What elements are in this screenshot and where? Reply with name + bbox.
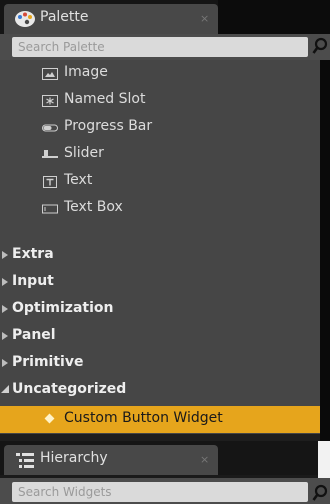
category-uncategorized[interactable]: Uncategorized bbox=[0, 377, 320, 404]
palette-item-label: Text bbox=[64, 172, 93, 188]
palette-tab-bar: Palette × bbox=[0, 0, 330, 34]
palette-item-custom-button-widget[interactable]: Custom Button Widget bbox=[0, 406, 320, 433]
expand-arrow-icon[interactable] bbox=[2, 305, 8, 313]
category-label: Primitive bbox=[12, 354, 84, 370]
category-label: Optimization bbox=[12, 300, 114, 316]
palette-item-label: Custom Button Widget bbox=[64, 410, 223, 426]
named-slot-icon bbox=[42, 95, 58, 107]
adjacent-panel-edge bbox=[318, 441, 330, 478]
palette-search-row bbox=[0, 34, 330, 60]
palette-tree: Image Named Slot Progress Bar Slider Tex… bbox=[0, 60, 320, 434]
category-label: Extra bbox=[12, 246, 54, 262]
palette-item-image[interactable]: Image bbox=[0, 60, 320, 87]
image-icon bbox=[42, 68, 58, 80]
tab-well bbox=[218, 0, 330, 34]
hierarchy-tab-close-button[interactable]: × bbox=[200, 453, 209, 466]
category-optimization[interactable]: Optimization bbox=[0, 296, 320, 323]
search-icon[interactable] bbox=[312, 484, 328, 504]
palette-item-text[interactable]: Text bbox=[0, 168, 320, 195]
category-label: Input bbox=[12, 273, 54, 289]
paint-palette-icon bbox=[15, 11, 35, 27]
palette-item-label: Named Slot bbox=[64, 91, 146, 107]
category-panel[interactable]: Panel bbox=[0, 323, 320, 350]
hierarchy-list-icon bbox=[16, 453, 34, 468]
hierarchy-tab-bar: Hierarchy × bbox=[0, 441, 330, 478]
palette-item-label: Progress Bar bbox=[64, 118, 153, 134]
text-icon bbox=[43, 176, 57, 188]
category-label: Uncategorized bbox=[12, 381, 127, 397]
category-extra[interactable]: Extra bbox=[0, 242, 320, 269]
collapse-arrow-icon[interactable] bbox=[1, 385, 9, 393]
tab-hierarchy[interactable]: Hierarchy × bbox=[4, 445, 218, 475]
progress-bar-icon bbox=[42, 124, 58, 132]
hierarchy-search-row bbox=[0, 478, 330, 504]
slider-icon bbox=[42, 150, 58, 158]
category-primitive[interactable]: Primitive bbox=[0, 350, 320, 377]
hierarchy-tab-title: Hierarchy bbox=[40, 450, 108, 466]
category-label: Panel bbox=[12, 327, 56, 343]
tab-palette[interactable]: Palette × bbox=[4, 4, 218, 34]
user-widget-icon bbox=[44, 413, 55, 424]
expand-arrow-icon[interactable] bbox=[2, 278, 8, 286]
expand-arrow-icon[interactable] bbox=[2, 332, 8, 340]
palette-item-text-box[interactable]: Text Box bbox=[0, 195, 320, 222]
expand-arrow-icon[interactable] bbox=[2, 359, 8, 367]
search-icon[interactable] bbox=[312, 37, 328, 57]
palette-tab-close-button[interactable]: × bbox=[200, 12, 209, 25]
expand-arrow-icon[interactable] bbox=[2, 251, 8, 259]
palette-tab-title: Palette bbox=[40, 9, 89, 25]
panel-divider bbox=[0, 434, 320, 441]
palette-item-label: Slider bbox=[64, 145, 104, 161]
palette-item-label: Image bbox=[64, 64, 108, 80]
category-input[interactable]: Input bbox=[0, 269, 320, 296]
palette-item-slider[interactable]: Slider bbox=[0, 141, 320, 168]
hierarchy-search-input[interactable] bbox=[12, 482, 308, 502]
palette-scrollbar[interactable] bbox=[320, 60, 330, 441]
palette-search-input[interactable] bbox=[12, 37, 308, 57]
palette-item-progress-bar[interactable]: Progress Bar bbox=[0, 114, 320, 141]
text-box-icon bbox=[42, 204, 58, 214]
palette-item-named-slot[interactable]: Named Slot bbox=[0, 87, 320, 114]
palette-item-label: Text Box bbox=[64, 199, 123, 215]
